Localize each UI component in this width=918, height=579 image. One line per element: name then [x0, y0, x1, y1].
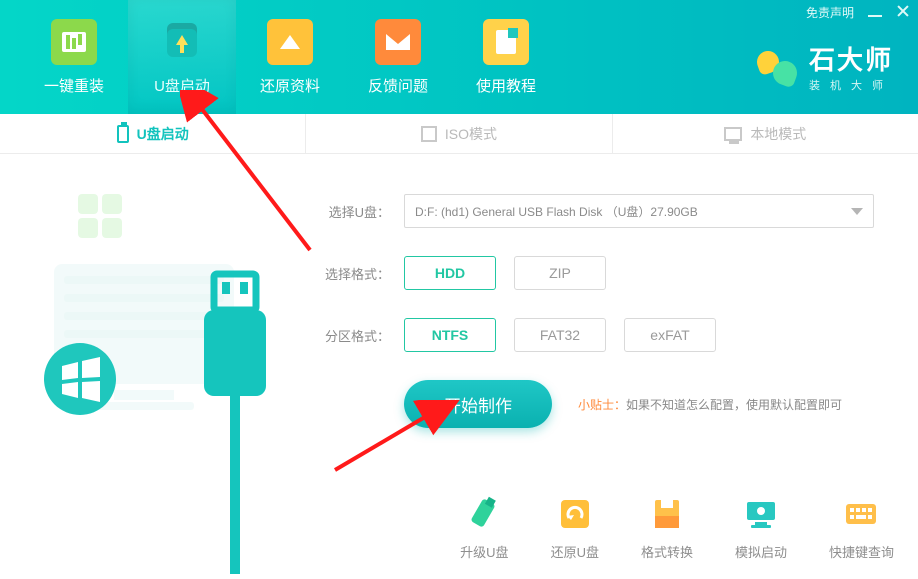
- nav-restore[interactable]: 还原资料: [236, 0, 344, 114]
- nav-label: 一键重装: [44, 75, 104, 96]
- minimize-button[interactable]: [868, 6, 882, 20]
- logo-subtitle: 装机大师: [809, 77, 893, 93]
- disk-label: 选择U盘：: [310, 202, 390, 221]
- tool-label: 模拟启动: [735, 542, 787, 561]
- fs-option-ntfs[interactable]: NTFS: [404, 318, 496, 352]
- tip: 小贴士： 如果不知道怎么配置，使用默认配置即可: [578, 396, 842, 413]
- format-option-zip[interactable]: ZIP: [514, 256, 606, 290]
- tool-label: 升级U盘: [460, 542, 508, 561]
- tab-label: ISO模式: [445, 124, 497, 144]
- tool-upgrade-usb[interactable]: 升级U盘: [460, 496, 508, 561]
- iso-icon: [421, 126, 437, 142]
- nav-reinstall[interactable]: 一键重装: [20, 0, 128, 114]
- tip-label: 小贴士：: [578, 396, 626, 413]
- format-option-hdd[interactable]: HDD: [404, 256, 496, 290]
- window-controls: 免责声明: [806, 4, 910, 21]
- tutorial-icon: [483, 19, 529, 65]
- nav-tutorial[interactable]: 使用教程: [452, 0, 560, 114]
- tool-convert[interactable]: 格式转换: [641, 496, 693, 561]
- fs-option-fat32[interactable]: FAT32: [514, 318, 606, 352]
- local-icon: [724, 127, 742, 141]
- logo-title: 石大师: [809, 40, 893, 77]
- tool-restore-usb[interactable]: 还原U盘: [551, 496, 599, 561]
- tab-label: U盘启动: [137, 124, 189, 144]
- workspace: 选择U盘： D:F: (hd1) General USB Flash Disk …: [0, 154, 918, 579]
- shortcut-icon: [843, 496, 879, 532]
- close-button[interactable]: [896, 4, 910, 21]
- mode-tabs: U盘启动 ISO模式 本地模式: [0, 114, 918, 154]
- close-icon: [896, 4, 910, 18]
- usb-icon: [117, 125, 129, 143]
- logo-icon: [753, 43, 799, 89]
- fs-label: 分区格式：: [310, 326, 390, 345]
- feedback-icon: [375, 19, 421, 65]
- nav-label: 还原资料: [260, 75, 320, 96]
- tab-usb-boot[interactable]: U盘启动: [0, 114, 306, 153]
- minimize-icon: [868, 15, 882, 17]
- disclaimer-link[interactable]: 免责声明: [806, 4, 854, 21]
- nav-label: 使用教程: [476, 75, 536, 96]
- tool-sim-boot[interactable]: 模拟启动: [735, 496, 787, 561]
- reinstall-icon: [51, 19, 97, 65]
- tool-label: 快捷键查询: [829, 542, 894, 561]
- restore-usb-icon: [557, 496, 593, 532]
- fs-option-exfat[interactable]: exFAT: [624, 318, 716, 352]
- tip-text: 如果不知道怎么配置，使用默认配置即可: [626, 396, 842, 413]
- usb-boot-icon: [159, 19, 205, 65]
- tool-label: 还原U盘: [551, 542, 599, 561]
- nav-feedback[interactable]: 反馈问题: [344, 0, 452, 114]
- nav-label: U盘启动: [154, 75, 210, 96]
- tool-shortcut[interactable]: 快捷键查询: [829, 496, 894, 561]
- convert-icon: [649, 496, 685, 532]
- app-header: 免责声明 一键重装 U盘启动 还原资料 反馈问题: [0, 0, 918, 114]
- restore-icon: [267, 19, 313, 65]
- tab-label: 本地模式: [750, 124, 806, 144]
- nav-label: 反馈问题: [368, 75, 428, 96]
- format-label: 选择格式：: [310, 264, 390, 283]
- form-area: 选择U盘： D:F: (hd1) General USB Flash Disk …: [310, 154, 918, 579]
- disk-select-value: D:F: (hd1) General USB Flash Disk （U盘）27…: [415, 203, 698, 220]
- illustration: [0, 154, 310, 579]
- disk-select[interactable]: D:F: (hd1) General USB Flash Disk （U盘）27…: [404, 194, 874, 228]
- nav-usb-boot[interactable]: U盘启动: [128, 0, 236, 114]
- sim-boot-icon: [743, 496, 779, 532]
- tab-local-mode[interactable]: 本地模式: [613, 114, 918, 153]
- bottom-tools: 升级U盘 还原U盘 格式转换 模拟启动: [460, 496, 894, 561]
- start-button[interactable]: 开始制作: [404, 380, 552, 428]
- tool-label: 格式转换: [641, 542, 693, 561]
- chevron-down-icon: [851, 208, 863, 215]
- main-nav: 一键重装 U盘启动 还原资料 反馈问题 使用教程: [0, 0, 560, 114]
- upgrade-usb-icon: [466, 496, 502, 532]
- tab-iso-mode[interactable]: ISO模式: [306, 114, 612, 153]
